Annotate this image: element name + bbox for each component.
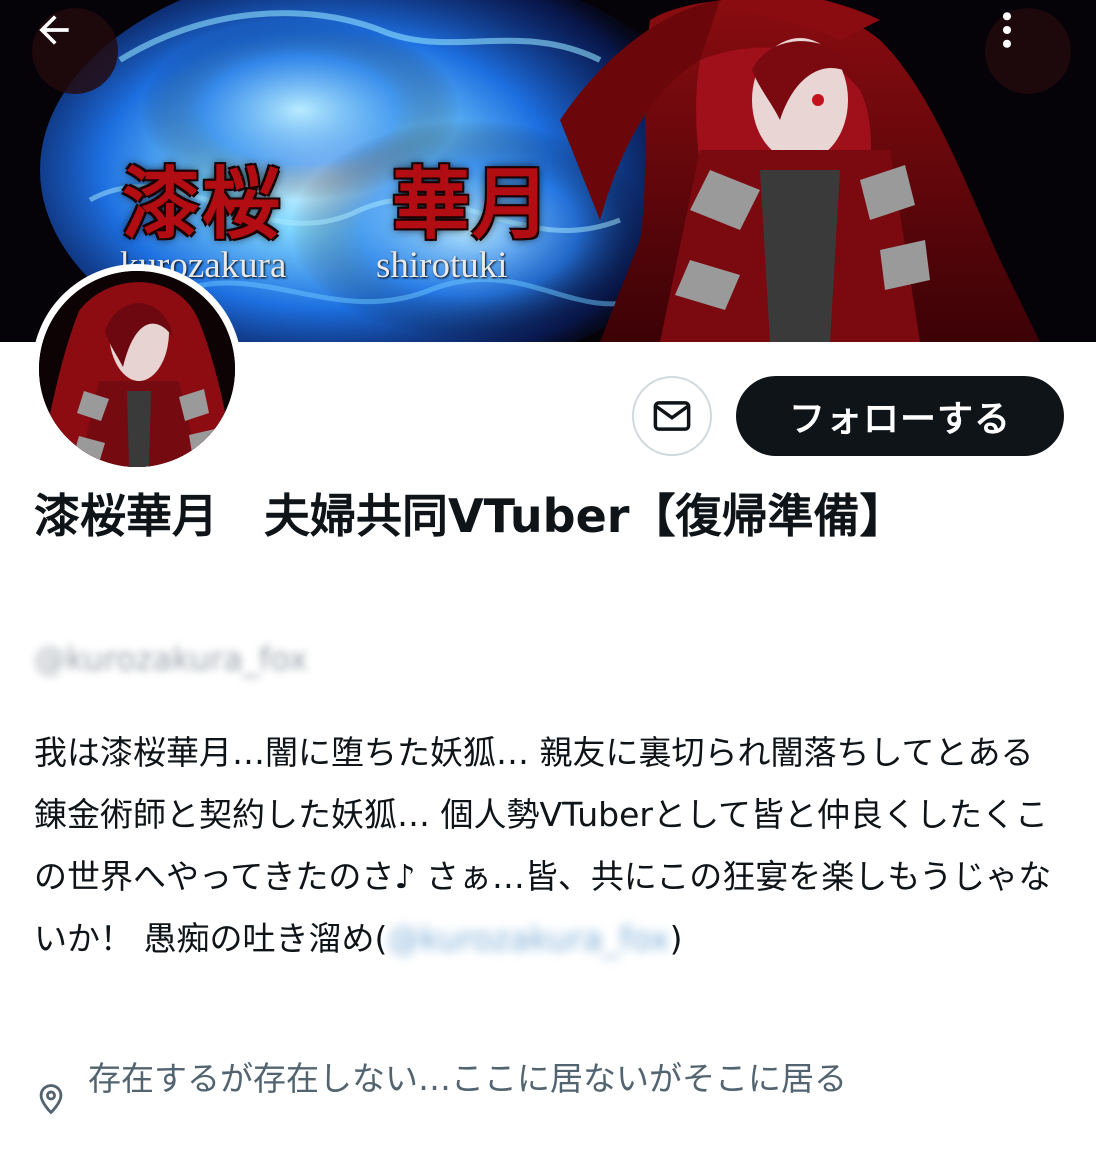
profile-bio: 我は漆桜華月…闇に堕ちた妖狐… 親友に裏切られ闇落ちしてとある錬金術師と契約した…	[34, 722, 1064, 970]
more-options-button[interactable]	[985, 8, 1071, 94]
banner-name-jp-right: 華月	[392, 159, 553, 250]
bio-paren-close: )	[669, 919, 683, 958]
back-button[interactable]	[32, 8, 118, 94]
message-button[interactable]	[632, 376, 712, 456]
display-name: 漆桜華月 夫婦共同VTuber【復帰準備】	[34, 489, 906, 543]
location-pin-icon	[39, 1084, 63, 1115]
banner-name-en-right: shirotuki	[376, 245, 508, 286]
avatar[interactable]	[32, 264, 242, 474]
bio-paren-open: (	[374, 919, 388, 958]
location-text: 存在するが存在しない…ここに居ないがそこに居る	[88, 1059, 847, 1098]
arrow-left-icon	[39, 15, 69, 45]
more-vertical-icon	[1002, 12, 1012, 48]
follow-button[interactable]: フォローする	[736, 376, 1064, 456]
banner-name-jp-left: 漆桜	[122, 159, 283, 250]
user-handle: @kurozakura_fox	[34, 640, 308, 678]
bio-mention-link[interactable]: @kurozakura_fox	[387, 919, 669, 958]
envelope-icon	[653, 401, 691, 431]
avatar-image	[39, 271, 235, 467]
